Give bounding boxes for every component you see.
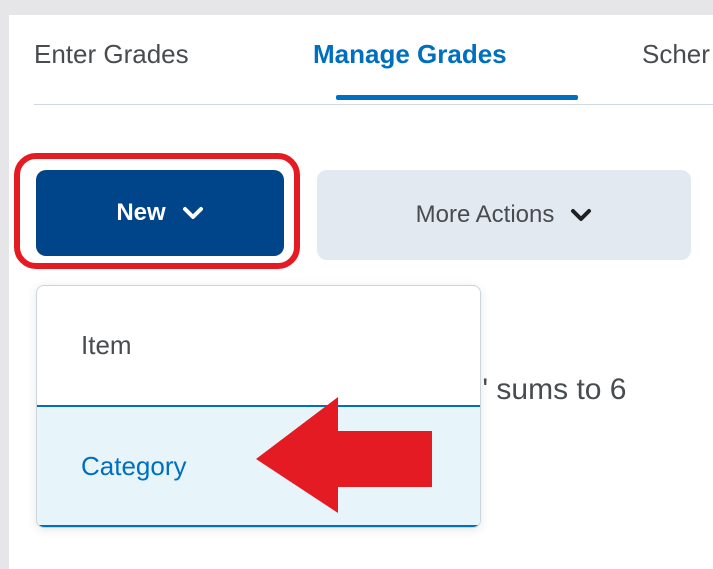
chevron-down-icon bbox=[182, 207, 203, 219]
new-button-label: New bbox=[116, 199, 166, 226]
more-actions-button[interactable]: More Actions bbox=[317, 170, 691, 260]
menu-item-item[interactable]: Item bbox=[37, 286, 480, 407]
tab-enter-grades[interactable]: Enter Grades bbox=[34, 39, 189, 70]
chevron-down-icon bbox=[571, 209, 592, 221]
more-actions-label: More Actions bbox=[415, 201, 555, 228]
active-tab-indicator bbox=[336, 95, 578, 100]
new-button[interactable]: New bbox=[36, 170, 284, 256]
manage-grades-panel: Enter Grades Manage Grades Scher New Mor… bbox=[9, 15, 713, 569]
tab-manage-grades[interactable]: Manage Grades bbox=[313, 39, 507, 70]
grades-tab-bar: Enter Grades Manage Grades Scher bbox=[34, 15, 713, 105]
red-arrow-annotation-icon bbox=[256, 397, 432, 513]
tab-schemes[interactable]: Scher bbox=[642, 39, 710, 70]
